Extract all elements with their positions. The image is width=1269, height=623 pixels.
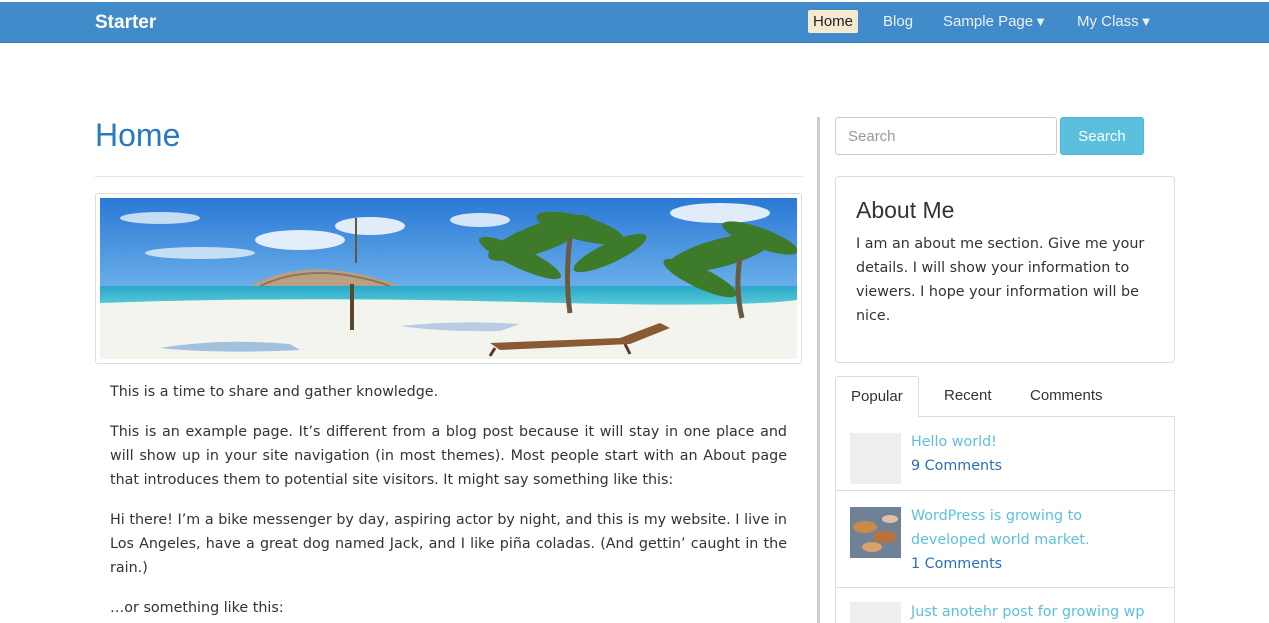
content-paragraph: This is a time to share and gather knowl… — [110, 384, 439, 400]
beach-image — [100, 198, 797, 359]
post-title-link[interactable]: WordPress is growing to developed world … — [911, 504, 1161, 552]
caret-down-icon: ▼ — [1034, 14, 1047, 29]
search-button[interactable]: Search — [1060, 117, 1144, 155]
nav-sample-page[interactable]: Sample Page▼ — [938, 10, 1052, 33]
content-paragraph: …or something like this: — [110, 600, 284, 616]
page-content: This is a time to share and gather knowl… — [110, 380, 787, 623]
about-me-widget: About Me I am an about me section. Give … — [835, 176, 1175, 363]
content-paragraph: Hi there! I’m a bike messenger by day, a… — [110, 512, 787, 576]
tab-comments[interactable]: Comments — [1015, 376, 1118, 417]
nav-sample-page-label: Sample Page — [943, 13, 1034, 30]
hero-image — [95, 193, 802, 364]
post-comments-link[interactable]: 1 Comments — [911, 552, 1002, 576]
content-paragraph: This is an example page. It’s different … — [110, 424, 787, 488]
list-item: Just anotehr post for growing wp — [836, 588, 1174, 623]
title-divider — [95, 176, 803, 177]
nav-my-class[interactable]: My Class▼ — [1072, 10, 1158, 33]
about-title: About Me — [856, 197, 955, 223]
posts-tabs: Popular Recent Comments — [835, 376, 1175, 418]
brand-logo[interactable]: Starter — [95, 12, 156, 34]
nav-home[interactable]: Home — [808, 10, 859, 33]
post-thumbnail[interactable] — [850, 507, 901, 558]
search-input[interactable] — [835, 117, 1057, 155]
nav-blog-label: Blog — [883, 13, 914, 30]
post-thumbnail[interactable] — [850, 602, 901, 623]
post-title-link[interactable]: Just anotehr post for growing wp — [911, 600, 1161, 623]
tab-popular[interactable]: Popular — [835, 376, 919, 418]
post-comments-link[interactable]: 9 Comments — [911, 454, 1002, 478]
list-item: Hello world! 9 Comments — [836, 417, 1174, 491]
nav-blog[interactable]: Blog — [878, 10, 918, 33]
popular-posts-panel: Hello world! 9 Comments WordPress is gro… — [835, 417, 1175, 623]
main-nav: Home Blog Sample Page▼ My Class▼ — [808, 10, 1178, 33]
top-navbar: Starter Home Blog Sample Page▼ My Class▼ — [0, 0, 1269, 43]
nav-home-label: Home — [813, 13, 854, 30]
about-text: I am an about me section. Give me your d… — [856, 236, 1145, 324]
birds-image — [850, 507, 901, 558]
post-title-link[interactable]: Hello world! — [911, 430, 1161, 454]
tab-recent[interactable]: Recent — [929, 376, 1007, 417]
post-thumbnail[interactable] — [850, 433, 901, 484]
list-item: WordPress is growing to developed world … — [836, 491, 1174, 588]
page-title: Home — [95, 117, 181, 153]
nav-my-class-label: My Class — [1076, 13, 1139, 30]
column-divider — [817, 117, 820, 623]
caret-down-icon: ▼ — [1139, 14, 1153, 29]
